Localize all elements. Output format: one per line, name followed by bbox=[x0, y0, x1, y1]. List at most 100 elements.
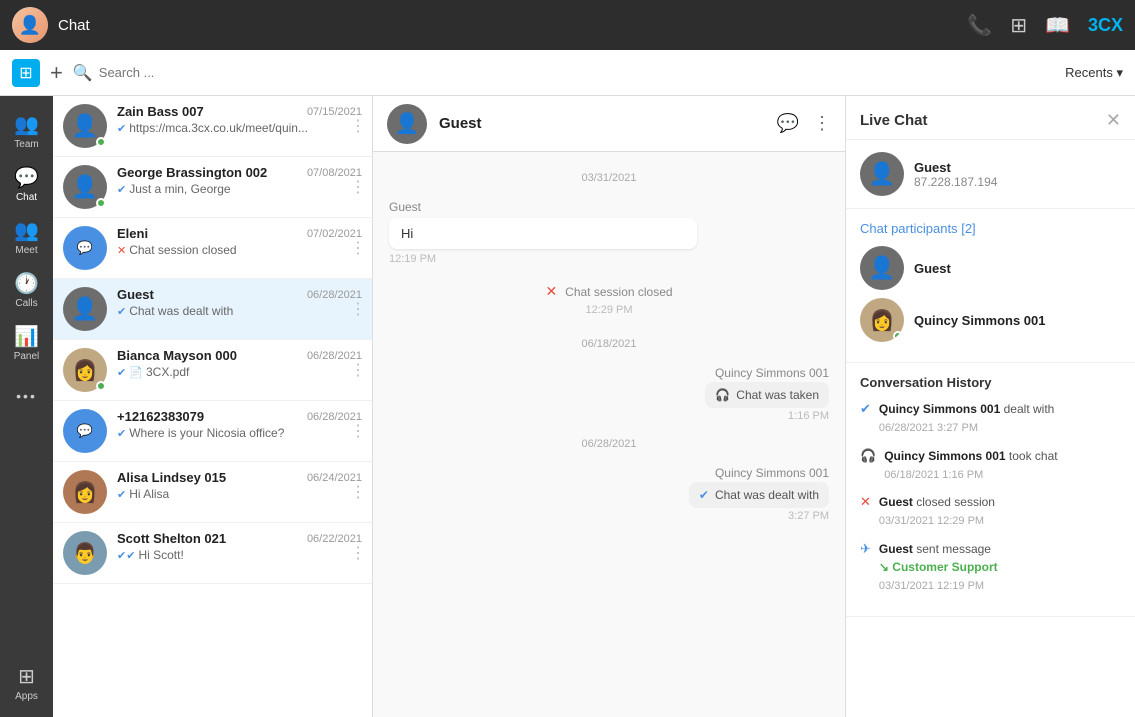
phone-icon[interactable]: 📞 bbox=[967, 13, 992, 38]
sidebar-item-panel[interactable]: 📊 Panel bbox=[0, 316, 53, 369]
nav-label-chat: Chat bbox=[16, 192, 37, 203]
avatar: 👩 bbox=[63, 348, 107, 392]
guest-avatar: 👤 bbox=[860, 152, 904, 196]
grid-icon[interactable]: ⊞ bbox=[1010, 13, 1027, 38]
chat-info: George Brassington 002 07/08/2021 ✔ Just… bbox=[117, 165, 362, 196]
list-item[interactable]: 👩 Bianca Mayson 000 06/28/2021 ✔ 📄 3CX.p… bbox=[53, 340, 372, 401]
message-bubble: Hi bbox=[389, 218, 697, 249]
recents-button[interactable]: Recents ▾ bbox=[1065, 65, 1123, 81]
right-panel-header: Live Chat ✕ bbox=[846, 96, 1135, 140]
chat-header-actions: 💬 ⋮ bbox=[777, 113, 831, 134]
guest-name: Guest bbox=[914, 160, 997, 175]
sidebar-item-meet[interactable]: 👥 Meet bbox=[0, 210, 53, 263]
nav-label-apps: Apps bbox=[15, 691, 38, 702]
system-time: 12:29 PM bbox=[389, 304, 829, 316]
brand-label: 3CX bbox=[1088, 15, 1123, 36]
chat-info: Guest 06/28/2021 ✔ Chat was dealt with bbox=[117, 287, 362, 318]
date-separator: 06/18/2021 bbox=[389, 338, 829, 350]
preview-icon: ✔ bbox=[117, 427, 126, 440]
contact-name: Scott Shelton 021 bbox=[117, 531, 226, 546]
right-panel-title: Live Chat bbox=[860, 112, 928, 129]
history-entry: ✔ Quincy Simmons 001 dealt with 06/28/20… bbox=[860, 400, 1121, 437]
preview-text: Chat session closed bbox=[129, 243, 236, 257]
participants-title: Chat participants [2] bbox=[860, 221, 1121, 236]
team-icon: 👥 bbox=[14, 112, 39, 137]
windows-button[interactable]: ⊞ bbox=[12, 59, 40, 87]
more-button[interactable]: ⋮ bbox=[350, 238, 366, 258]
date-separator: 03/31/2021 bbox=[389, 172, 829, 184]
list-item[interactable]: 💬 Eleni 07/02/2021 ✕ Chat session closed… bbox=[53, 218, 372, 279]
sidebar-item-calls[interactable]: 🕐 Calls bbox=[0, 263, 53, 316]
history-section: Conversation History ✔ Quincy Simmons 00… bbox=[846, 363, 1135, 617]
action-bubble: ✔ Chat was dealt with bbox=[689, 482, 829, 508]
list-item[interactable]: 💬 +12162383079 06/28/2021 ✔ Where is you… bbox=[53, 401, 372, 462]
book-icon[interactable]: 📖 bbox=[1045, 13, 1070, 38]
add-button[interactable]: + bbox=[50, 60, 63, 86]
chat-icon: 💬 bbox=[14, 165, 39, 190]
action-text: Chat was taken bbox=[736, 388, 819, 402]
preview-icon: ✔ bbox=[117, 122, 126, 135]
list-item[interactable]: 👤 Zain Bass 007 07/15/2021 ✔ https://mca… bbox=[53, 96, 372, 157]
more-button[interactable]: ⋮ bbox=[350, 360, 366, 380]
main-layout: 👥 Team 💬 Chat 👥 Meet 🕐 Calls 📊 Panel •••… bbox=[0, 96, 1135, 717]
calls-icon: 🕐 bbox=[14, 271, 39, 296]
preview-icon: ✔✔ bbox=[117, 549, 135, 562]
send-icon: ✈ bbox=[860, 541, 871, 557]
history-entry: 🎧 Quincy Simmons 001 took chat 06/18/202… bbox=[860, 447, 1121, 484]
date-text: 06/28/2021 bbox=[573, 438, 644, 450]
preview-text: Just a min, George bbox=[129, 182, 230, 196]
message-time: 1:16 PM bbox=[788, 410, 829, 422]
preview-text: Chat was dealt with bbox=[129, 304, 233, 318]
date-text: 06/18/2021 bbox=[573, 338, 644, 350]
participants-section: Chat participants [2] 👤 Guest 👩 Quincy S… bbox=[846, 209, 1135, 363]
headset-icon: 🎧 bbox=[860, 448, 876, 464]
guest-user-info: Guest 87.228.187.194 bbox=[914, 160, 997, 189]
preview-text: Hi Scott! bbox=[138, 548, 183, 562]
guest-user: 👤 Guest 87.228.187.194 bbox=[860, 152, 1121, 196]
avatar[interactable]: 👤 bbox=[12, 7, 48, 43]
sidebar-item-more[interactable]: ••• bbox=[0, 369, 53, 422]
guest-ip: 87.228.187.194 bbox=[914, 175, 997, 189]
history-entry: ✕ Guest closed session 03/31/2021 12:29 … bbox=[860, 493, 1121, 530]
avatar: 👨 bbox=[63, 531, 107, 575]
list-item[interactable]: 👤 Guest 06/28/2021 ✔ Chat was dealt with… bbox=[53, 279, 372, 340]
nav-label-panel: Panel bbox=[14, 351, 40, 362]
more-button[interactable]: ⋮ bbox=[350, 299, 366, 319]
action-text: Chat was dealt with bbox=[715, 488, 819, 502]
more-button[interactable]: ⋮ bbox=[350, 421, 366, 441]
more-button[interactable]: ⋮ bbox=[350, 543, 366, 563]
meet-icon: 👥 bbox=[14, 218, 39, 243]
sender-name: Quincy Simmons 001 bbox=[715, 466, 829, 480]
participant-item: 👤 Guest bbox=[860, 246, 1121, 290]
top-bar-icons: 📞 ⊞ 📖 3CX bbox=[967, 13, 1123, 38]
app-title: Chat bbox=[58, 17, 967, 34]
system-message: ✕ Chat session closed 12:29 PM bbox=[389, 279, 829, 316]
date-separator: 06/28/2021 bbox=[389, 438, 829, 450]
history-text: Guest sent message ↘ Customer Support 03… bbox=[879, 540, 998, 595]
avatar: 👤 bbox=[63, 165, 107, 209]
list-item[interactable]: 👨 Scott Shelton 021 06/22/2021 ✔✔ Hi Sco… bbox=[53, 523, 372, 584]
nav-label-team: Team bbox=[14, 139, 38, 150]
participant-name: Quincy Simmons 001 bbox=[914, 313, 1046, 328]
chat-main: 👤 Guest 💬 ⋮ 03/31/2021 Guest Hi 12:19 PM… bbox=[373, 96, 845, 717]
close-button[interactable]: ✕ bbox=[1106, 110, 1121, 131]
search-input[interactable] bbox=[99, 65, 1055, 80]
avatar: 💬 bbox=[63, 226, 107, 270]
avatar: 👤 bbox=[63, 287, 107, 331]
list-item[interactable]: 👩 Alisa Lindsey 015 06/24/2021 ✔ Hi Alis… bbox=[53, 462, 372, 523]
sidebar-item-team[interactable]: 👥 Team bbox=[0, 104, 53, 157]
x-icon: ✕ bbox=[860, 494, 871, 510]
sidebar-item-chat[interactable]: 💬 Chat bbox=[0, 157, 53, 210]
list-item[interactable]: 👤 George Brassington 002 07/08/2021 ✔ Ju… bbox=[53, 157, 372, 218]
chat-bubble-icon[interactable]: 💬 bbox=[777, 113, 799, 134]
history-entry: ✈ Guest sent message ↘ Customer Support … bbox=[860, 540, 1121, 595]
participants-count: [2] bbox=[961, 221, 975, 236]
preview-icon: ✔ bbox=[117, 305, 126, 318]
check-icon: ✔ bbox=[699, 488, 709, 502]
more-button[interactable]: ⋮ bbox=[350, 482, 366, 502]
more-options-icon[interactable]: ⋮ bbox=[813, 113, 831, 134]
more-button[interactable]: ⋮ bbox=[350, 177, 366, 197]
sidebar-item-apps[interactable]: ⊞ Apps bbox=[0, 656, 53, 709]
participant-name: Guest bbox=[914, 261, 951, 276]
more-button[interactable]: ⋮ bbox=[350, 116, 366, 136]
